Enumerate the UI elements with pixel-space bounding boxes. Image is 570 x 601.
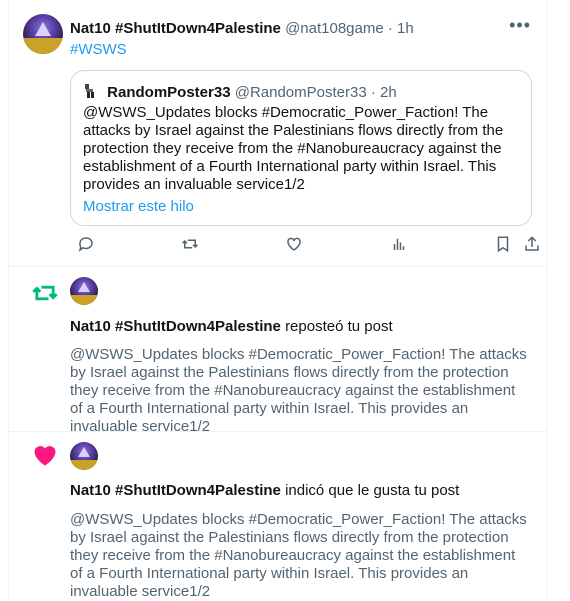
retweet-notification[interactable]: Nat10 #ShutItDown4Palestine reposteó tu …: [9, 267, 547, 435]
avatar[interactable]: [23, 14, 63, 54]
like-icon[interactable]: [285, 235, 305, 255]
quoted-author-name[interactable]: RandomPoster33: [107, 84, 230, 101]
post[interactable]: Nat10 #ShutItDown4Palestine @nat108game …: [9, 0, 547, 267]
quoted-post[interactable]: RandomPoster33 @RandomPoster33 · 2h @WSW…: [70, 70, 532, 226]
notification-title: Nat10 #ShutItDown4Palestine reposteó tu …: [70, 318, 393, 335]
quoted-post-text: @WSWS_Updates blocks #Democratic_Power_F…: [83, 104, 504, 193]
actor-name[interactable]: Nat10 #ShutItDown4Palestine: [70, 318, 281, 335]
notification-post-text: @WSWS_Updates blocks #Democratic_Power_F…: [70, 511, 527, 600]
show-thread-link[interactable]: Mostrar este hilo: [83, 198, 194, 215]
bookmark-icon[interactable]: [494, 235, 514, 255]
post-header: Nat10 #ShutItDown4Palestine @nat108game …: [70, 20, 414, 37]
retweet-icon[interactable]: [181, 235, 201, 255]
action-text: reposteó tu post: [285, 318, 393, 335]
share-icon[interactable]: [523, 235, 543, 255]
more-options-icon[interactable]: •••: [509, 15, 531, 36]
user-avatar-icon: [85, 84, 94, 98]
post-time[interactable]: 1h: [397, 20, 414, 37]
quoted-post-header: RandomPoster33 @RandomPoster33 · 2h: [83, 83, 397, 101]
separator: ·: [370, 84, 376, 101]
reply-icon[interactable]: [77, 235, 97, 255]
quoted-author-handle[interactable]: @RandomPoster33: [235, 84, 367, 101]
heart-icon: [31, 441, 59, 469]
timeline-column: Nat10 #ShutItDown4Palestine @nat108game …: [8, 0, 548, 601]
notification-title: Nat10 #ShutItDown4Palestine indicó que l…: [70, 482, 459, 499]
hashtag-link[interactable]: #WSWS: [70, 41, 127, 58]
post-actions: [70, 235, 540, 255]
retweet-icon: [31, 279, 59, 307]
author-handle[interactable]: @nat108game: [285, 20, 384, 37]
avatar[interactable]: [70, 442, 98, 470]
like-notification[interactable]: Nat10 #ShutItDown4Palestine indicó que l…: [9, 432, 547, 601]
avatar[interactable]: [70, 277, 98, 305]
quoted-post-time[interactable]: 2h: [380, 84, 397, 101]
author-name[interactable]: Nat10 #ShutItDown4Palestine: [70, 20, 281, 37]
analytics-icon[interactable]: [390, 235, 410, 255]
separator: ·: [387, 20, 393, 37]
action-text: indicó que le gusta tu post: [285, 482, 460, 499]
notification-post-text: @WSWS_Updates blocks #Democratic_Power_F…: [70, 346, 527, 435]
actor-name[interactable]: Nat10 #ShutItDown4Palestine: [70, 482, 281, 499]
